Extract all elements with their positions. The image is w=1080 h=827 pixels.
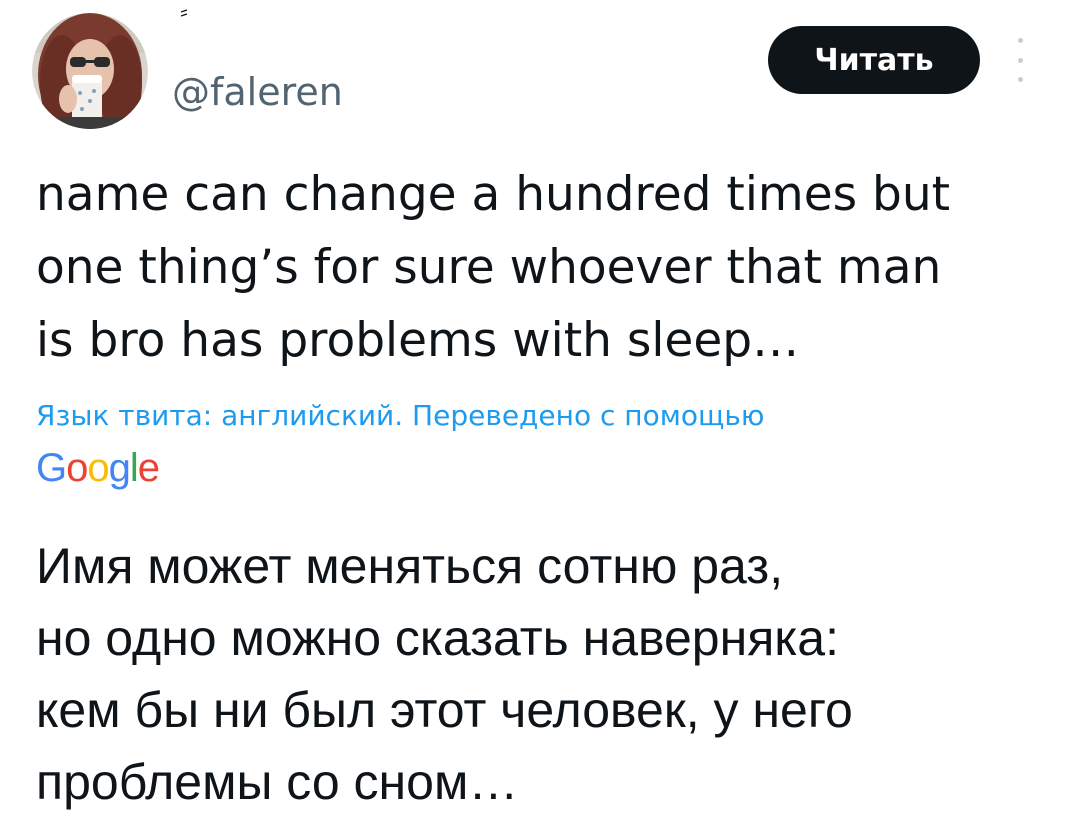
more-dot xyxy=(1017,38,1023,43)
google-logo-letter: G xyxy=(36,446,67,490)
decorative-mark-icon xyxy=(180,9,188,17)
google-logo-letter: g xyxy=(108,446,131,490)
translated-tweet-text: Имя может меняться сотню раз, но одно мо… xyxy=(36,538,853,810)
google-logo-letter: o xyxy=(66,446,88,490)
google-logo-letter: e xyxy=(137,446,160,490)
google-logo: Google xyxy=(36,444,160,492)
avatar[interactable] xyxy=(32,13,148,129)
more-dot xyxy=(1017,77,1023,82)
google-logo-letter: l xyxy=(129,446,139,490)
avatar-photo xyxy=(32,13,148,129)
tweet-text: name can change a hundred times but one … xyxy=(36,167,951,368)
more-dot xyxy=(1017,57,1023,63)
tweet-card: @faleren Читать name can change a hundre… xyxy=(0,0,1080,827)
more-vertical-icon[interactable] xyxy=(1006,38,1034,82)
google-logo-letter: o xyxy=(87,446,109,490)
follow-button[interactable]: Читать xyxy=(768,26,980,94)
translation-note[interactable]: Язык твита: английский. Переведено с пом… xyxy=(36,398,1036,434)
user-handle[interactable]: @faleren xyxy=(172,70,343,114)
